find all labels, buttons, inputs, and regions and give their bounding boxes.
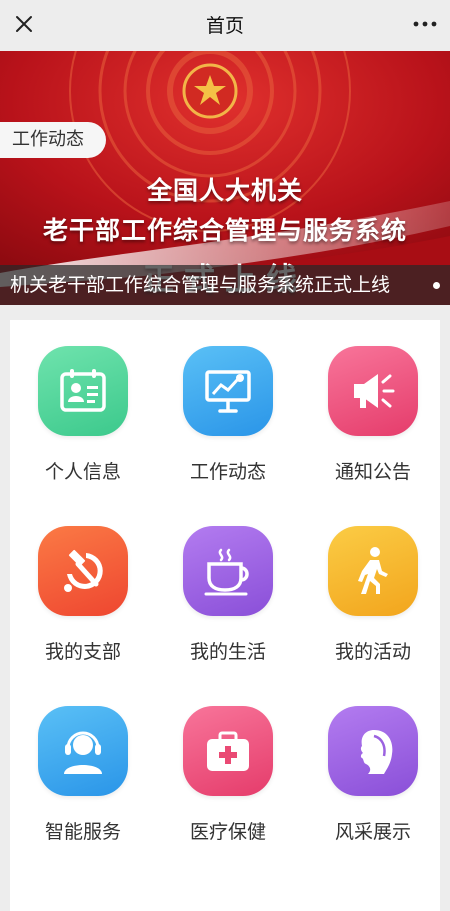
menu-item-showcase[interactable]: 风采展示 bbox=[302, 680, 442, 850]
banner-headline-line2: 老干部工作综合管理与服务系统 bbox=[42, 216, 407, 245]
menu-item-label: 风采展示 bbox=[334, 821, 411, 843]
hammer-sickle-icon bbox=[64, 549, 103, 592]
banner-headline-line1: 全国人大机关 bbox=[146, 176, 303, 205]
icon-tile bbox=[38, 346, 128, 436]
menu-item-label: 医疗保健 bbox=[189, 821, 266, 843]
walking-person-icon bbox=[358, 547, 388, 594]
icon-tile bbox=[38, 526, 128, 616]
menu-item-my-branch[interactable]: 我的支部 bbox=[12, 500, 152, 670]
menu-item-label: 通知公告 bbox=[334, 461, 411, 483]
menu-item-label: 我的生活 bbox=[189, 641, 266, 663]
menu-item-label: 我的活动 bbox=[334, 641, 411, 663]
icon-tile bbox=[38, 706, 128, 796]
menu-item-work-news[interactable]: 工作动态 bbox=[157, 320, 297, 490]
medical-kit-icon bbox=[207, 731, 249, 771]
icon-tile bbox=[183, 706, 273, 796]
presentation-chart-icon bbox=[205, 370, 251, 413]
menu-item-smart-service[interactable]: 智能服务 bbox=[12, 680, 152, 850]
customer-service-icon bbox=[64, 731, 102, 774]
icon-tile bbox=[328, 526, 418, 616]
menu-grid: 个人信息 工作动态 通知公告 我的支部 我的生活 我的活动 智能服务 医疗保健 … bbox=[10, 320, 440, 911]
menu-item-label: 我的支部 bbox=[44, 641, 121, 663]
menu-item-personal-info[interactable]: 个人信息 bbox=[12, 320, 152, 490]
woman-profile-icon bbox=[360, 730, 393, 774]
page-title: 首页 bbox=[205, 15, 244, 37]
more-options-icon[interactable] bbox=[412, 14, 438, 34]
icon-tile bbox=[328, 346, 418, 436]
icon-tile bbox=[328, 706, 418, 796]
menu-item-my-activities[interactable]: 我的活动 bbox=[302, 500, 442, 670]
banner-tag: 工作动态 bbox=[0, 122, 106, 158]
menu-item-health-care[interactable]: 医疗保健 bbox=[157, 680, 297, 850]
megaphone-icon bbox=[354, 374, 395, 408]
banner-caption[interactable]: 机关老干部工作综合管理与服务系统正式上线 bbox=[0, 265, 450, 305]
coffee-cup-icon bbox=[204, 548, 249, 596]
top-bar: 首页 bbox=[0, 0, 450, 48]
menu-item-label: 个人信息 bbox=[44, 461, 121, 483]
banner-caption-text: 机关老干部工作综合管理与服务系统正式上线 bbox=[10, 274, 391, 296]
menu-item-notices[interactable]: 通知公告 bbox=[302, 320, 442, 490]
icon-tile bbox=[183, 346, 273, 436]
carousel-indicator-dot bbox=[433, 282, 440, 289]
icon-tile bbox=[183, 526, 273, 616]
id-card-icon bbox=[60, 369, 106, 412]
menu-item-my-life[interactable]: 我的生活 bbox=[157, 500, 297, 670]
menu-item-label: 工作动态 bbox=[189, 461, 266, 483]
menu-item-label: 智能服务 bbox=[44, 821, 121, 843]
